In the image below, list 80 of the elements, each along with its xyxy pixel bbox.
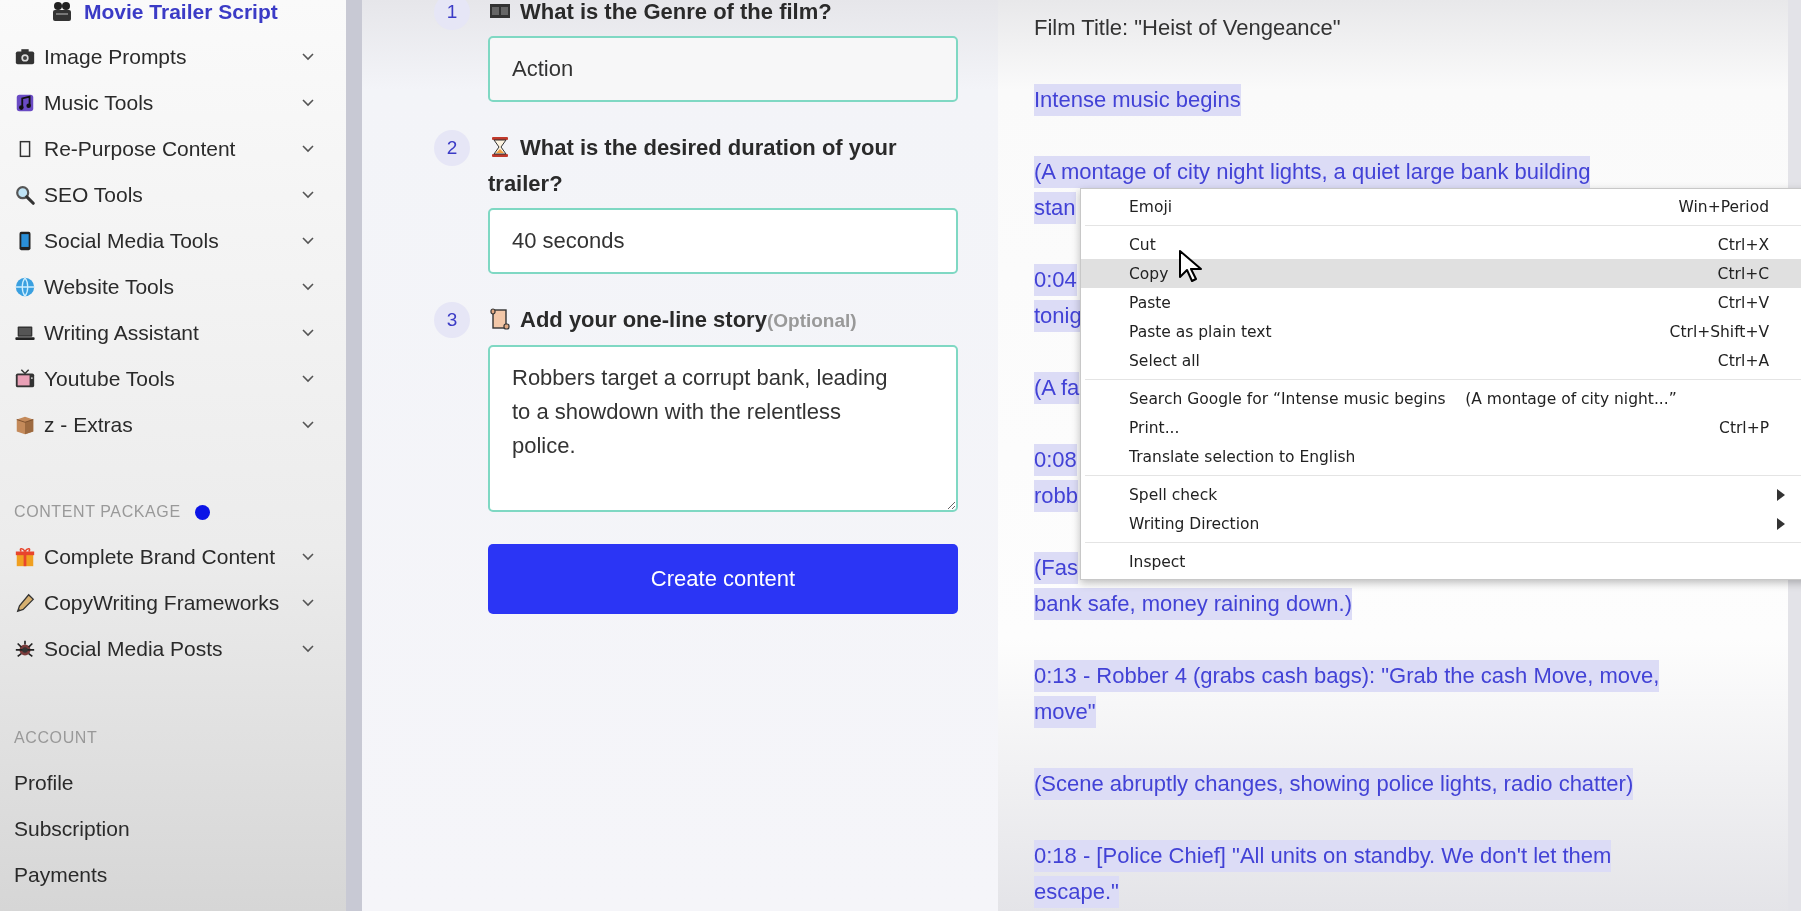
step-number: 2 [434,130,470,166]
menu-item[interactable]: Print... Ctrl+P [1081,413,1801,442]
output-text: 0:13 - Robber 4 (grabs cash bags): "Grab the cash Move, move, [1034,660,1660,692]
chevron-icon [302,53,314,61]
chevron-icon [302,283,314,291]
output-text: Intense music begins [1034,84,1241,116]
sidebar-group[interactable]: Music Tools [14,80,314,126]
output-text: (A fa [1034,372,1080,404]
chevron-icon [302,599,314,607]
output-text: (A montage of city night lights, a quiet large bank building [1034,156,1591,188]
globe-icon [14,276,36,298]
section-heading: ACCOUNT [14,729,98,747]
menu-item[interactable]: Emoji Win+Period [1081,192,1801,221]
mouse-cursor-icon [1178,249,1202,283]
sidebar-group[interactable]: Social Media Posts [14,626,314,672]
chevron-icon [302,145,314,153]
sidebar-group[interactable]: CopyWriting Frameworks [14,580,314,626]
menu-item[interactable]: Paste Ctrl+V [1081,288,1801,317]
sidebar-group[interactable]: Complete Brand Content [14,534,314,580]
input-field[interactable]: Action [488,36,958,102]
chevron-icon [302,99,314,107]
pen-icon [14,592,36,614]
create-content-button[interactable]: Create content [488,544,958,614]
music-note-icon [14,92,36,114]
output-text: (Scene abruptly changes, showing police lights, radio chatter) [1034,768,1634,800]
output-text: bank safe, money raining down.) [1034,588,1352,620]
scrollbar[interactable] [346,0,362,911]
menu-item[interactable]: Writing Direction [1081,509,1801,538]
step-number: 3 [434,302,470,338]
menu-item[interactable]: Cut Ctrl+X [1081,230,1801,259]
output-text: escape." [1034,876,1119,908]
question-label: What is the desired duration of your trailer? [488,135,897,196]
output-text: move" [1034,696,1096,728]
menu-item[interactable]: Paste as plain text Ctrl+Shift+V [1081,317,1801,346]
scroll-icon [488,307,512,331]
menu-item[interactable]: Search Google for “Intense music begins (A montage of city night...” [1081,384,1801,413]
output-text: (Fas [1034,552,1078,584]
search-icon [14,184,36,206]
menu-item[interactable]: Spell check [1081,480,1801,509]
chevron-icon [302,191,314,199]
gift-icon [14,546,36,568]
menu-item[interactable]: Select all Ctrl+A [1081,346,1801,375]
output-text: tonig [1034,300,1082,332]
sidebar-group[interactable]: Writing Assistant [14,310,314,356]
menu-item[interactable]: Inspect [1081,547,1801,576]
chevron-icon [302,329,314,337]
box-icon [14,414,36,436]
output-text: 0:04 [1034,264,1077,296]
sidebar-group[interactable]: SEO Tools [14,172,314,218]
bug-icon [14,638,36,660]
chevron-icon [302,645,314,653]
text-area[interactable]: Robbers target a corrupt bank, leading to a showdown with the relentless police. [488,345,958,512]
menu-item[interactable]: Translate selection to English [1081,442,1801,471]
movie-camera-icon [50,0,74,24]
step-number: 1 [434,0,470,30]
question-label: Add your one-line story(Optional) [488,307,857,332]
output-text: 0:18 - [Police Chief] "All units on standby. We don't let them [1034,840,1612,872]
section-heading: CONTENT PACKAGE [14,503,181,521]
sidebar-item-link[interactable]: Movie Trailer Script [84,0,278,24]
sidebar-group[interactable]: Website Tools [14,264,314,310]
output-text: stan [1034,192,1076,224]
sidebar-group[interactable]: Youtube Tools [14,356,314,402]
input-field[interactable]: 40 seconds [488,208,958,274]
output-text: robb [1034,480,1079,512]
account-link[interactable]: Profile [14,760,346,806]
chevron-icon [302,421,314,429]
chevron-icon [302,237,314,245]
sidebar-group[interactable]: z - Extras [14,402,314,448]
output-text: 0:08 [1034,444,1077,476]
account-link[interactable]: Subscription [14,806,346,852]
chevron-icon [302,553,314,561]
tv-icon [14,368,36,390]
menu-item[interactable]: Copy Ctrl+C [1081,259,1801,288]
question-label: What is the Genre of the film? [488,0,832,24]
account-link[interactable]: Payments [14,852,346,898]
sidebar-group[interactable]: Re-Purpose Content [14,126,314,172]
chevron-icon [302,375,314,383]
output-text: Film Title: "Heist of Vengeance" [1034,14,1341,42]
sidebar-group[interactable]: Social Media Tools [14,218,314,264]
sidebar-group[interactable]: Image Prompts [14,34,314,80]
